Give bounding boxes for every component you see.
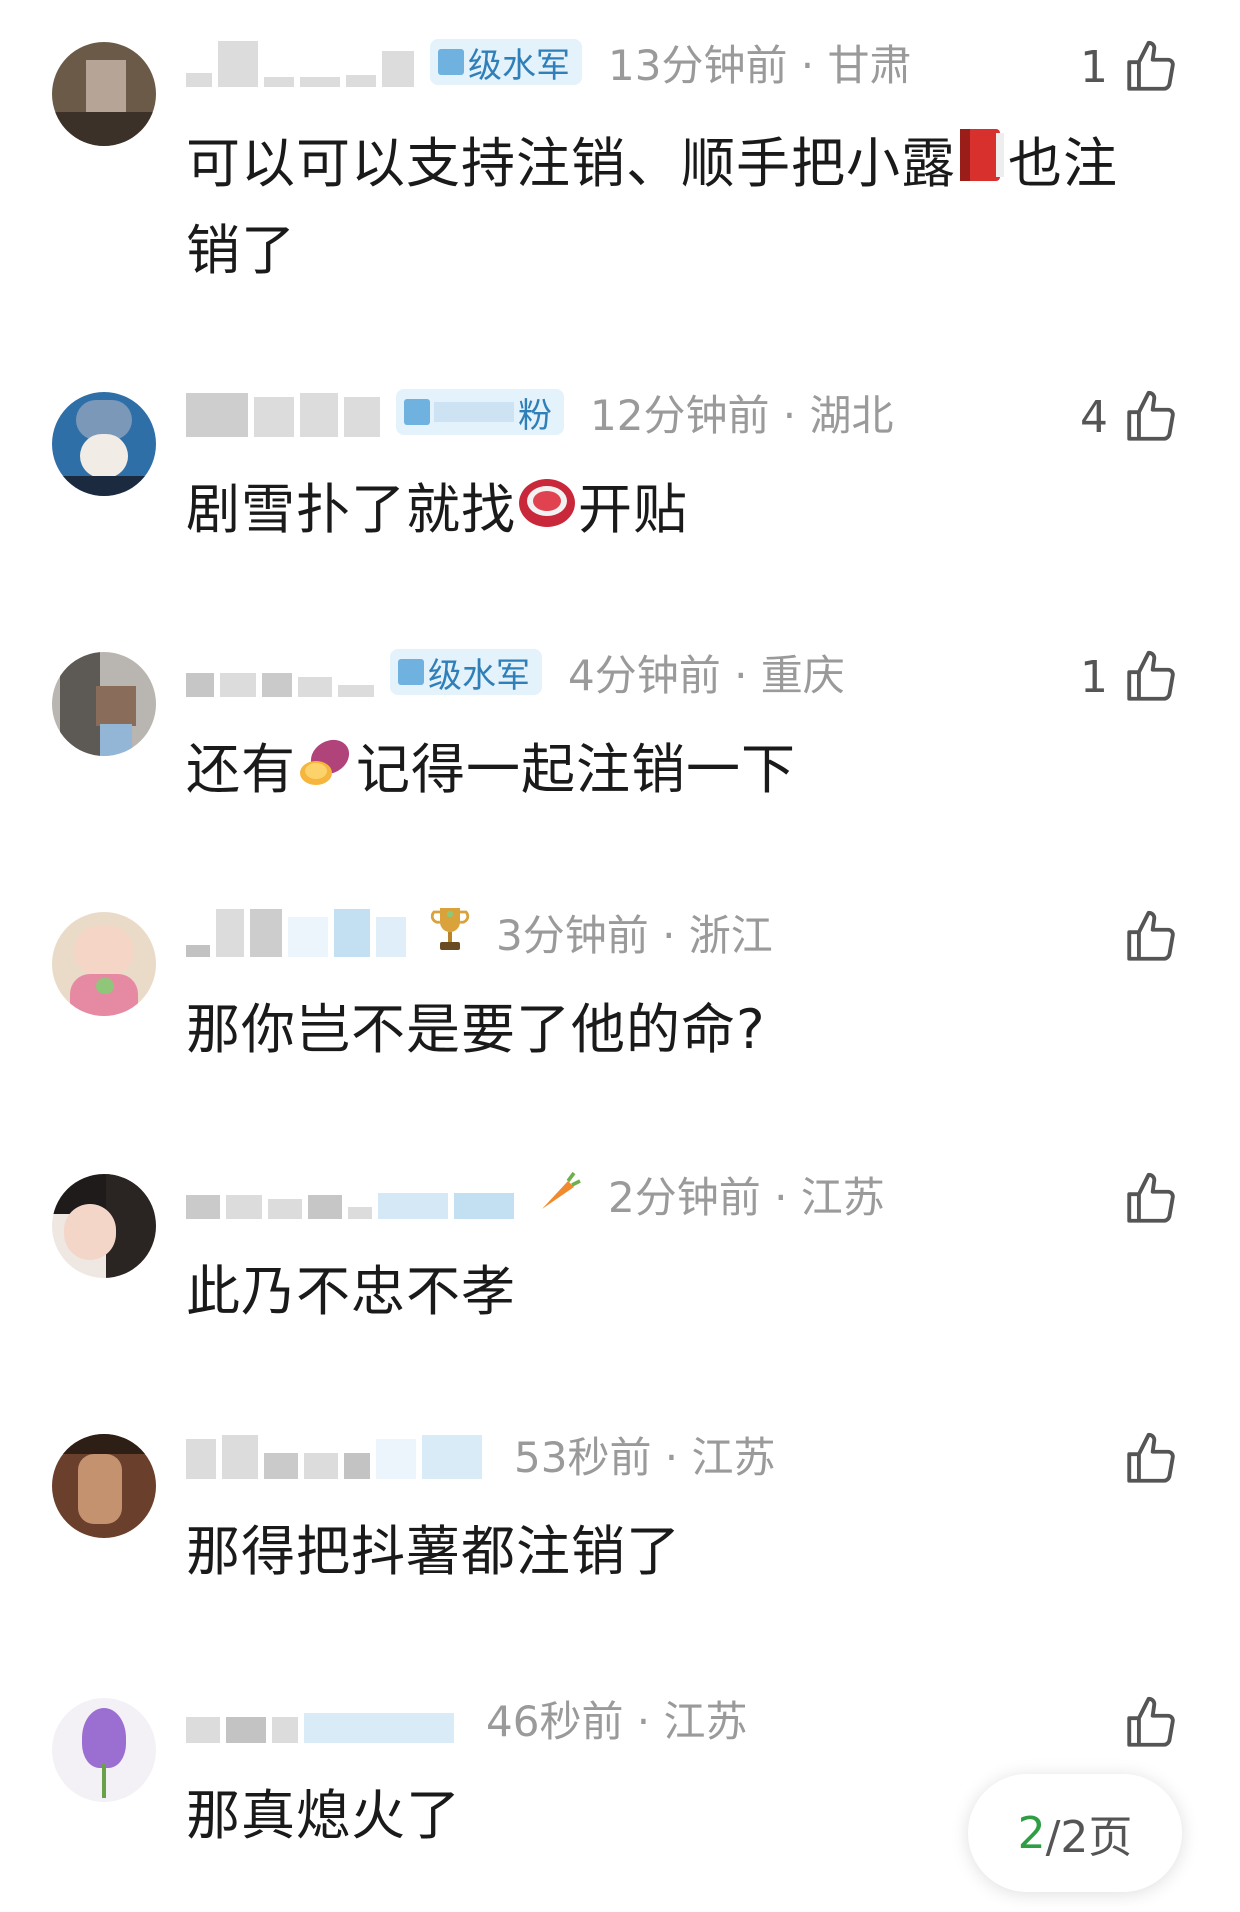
current-page: 2 (1017, 1807, 1046, 1859)
comment-text: 可以可以支持注销、顺手把小露 也注销了 (186, 122, 1166, 293)
comment-time-location: 46秒前 · 江苏 (486, 1696, 748, 1746)
carrot-icon (536, 1169, 582, 1219)
comment-time-location: 3分钟前 · 浙江 (496, 910, 773, 960)
username-blurred[interactable] (186, 1429, 488, 1479)
comment-meta: 3分钟前 · 浙江 (186, 902, 773, 962)
username-blurred[interactable] (186, 1169, 520, 1219)
comment-meta: 46秒前 · 江苏 (186, 1688, 748, 1748)
thumbs-up-icon (1127, 40, 1175, 91)
comment-time-location: 12分钟前 · 湖北 (590, 390, 894, 440)
comment-meta: 级水军 13分钟前 · 甘肃 (186, 32, 912, 92)
user-level-badge: 级水军 (390, 649, 542, 696)
username-blurred[interactable] (186, 37, 420, 87)
avatar[interactable] (52, 392, 156, 496)
like-count: 4 (1080, 391, 1108, 443)
user-level-badge: 级水军 (430, 39, 582, 86)
comment-time-location: 4分钟前 · 重庆 (568, 650, 845, 700)
thumbs-up-icon (1127, 390, 1175, 441)
like-button[interactable] (1108, 1424, 1180, 1494)
avatar[interactable] (52, 42, 156, 146)
username-blurred[interactable] (186, 1693, 460, 1743)
thumbs-up-icon (1127, 650, 1175, 701)
avatar[interactable] (52, 912, 156, 1016)
comment-time-location: 2分钟前 · 江苏 (608, 1172, 885, 1222)
comment-text: 那得把抖薯都注销了 (186, 1520, 681, 1583)
sweet-potato-icon (296, 731, 356, 815)
avatar[interactable] (52, 1434, 156, 1538)
like-button[interactable]: 4 (1080, 382, 1180, 452)
thumbs-up-icon (1127, 910, 1175, 961)
avatar[interactable] (52, 1174, 156, 1278)
like-button[interactable] (1108, 1688, 1180, 1758)
comment-meta: 53秒前 · 江苏 (186, 1424, 776, 1484)
red-book-icon (956, 125, 1008, 209)
username-blurred[interactable] (186, 647, 380, 697)
comment-text: 还有 记得一起注销一下 (186, 728, 1166, 815)
thumbs-up-icon (1127, 1696, 1175, 1747)
like-button[interactable] (1108, 902, 1180, 972)
comment-time-location: 13分钟前 · 甘肃 (608, 40, 912, 90)
page-total: /2页 (1045, 1812, 1133, 1863)
like-button[interactable]: 1 (1080, 642, 1180, 712)
trophy-icon (430, 904, 470, 960)
comment-meta: 级水军 4分钟前 · 重庆 (186, 642, 845, 702)
page-indicator[interactable]: 2/2页 (968, 1774, 1182, 1892)
like-count: 1 (1080, 41, 1108, 93)
comment-meta: 粉 12分钟前 · 湖北 (186, 382, 894, 442)
like-button[interactable]: 1 (1080, 32, 1180, 102)
thumbs-up-icon (1127, 1172, 1175, 1223)
like-count: 1 (1080, 651, 1108, 703)
comment-text: 剧雪扑了就找 开贴 (186, 468, 1166, 555)
like-button[interactable] (1108, 1164, 1180, 1234)
meat-icon (516, 471, 578, 555)
avatar[interactable] (52, 1698, 156, 1802)
comment-text: 此乃不忠不孝 (186, 1260, 516, 1323)
comment-text: 那你岂不是要了他的命? (186, 998, 766, 1061)
thumbs-up-icon (1127, 1432, 1175, 1483)
username-blurred[interactable] (186, 387, 386, 437)
username-blurred[interactable] (186, 907, 412, 957)
comment-meta: 2分钟前 · 江苏 (186, 1164, 885, 1224)
user-level-badge: 粉 (396, 389, 564, 436)
avatar[interactable] (52, 652, 156, 756)
comment-time-location: 53秒前 · 江苏 (514, 1432, 776, 1482)
